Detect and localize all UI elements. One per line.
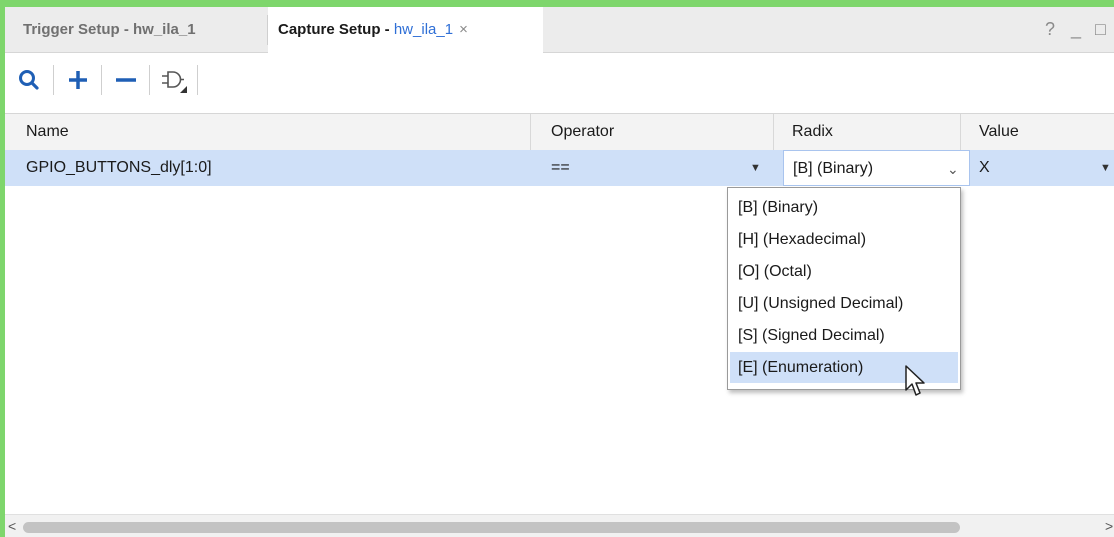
radix-option-signed-decimal[interactable]: [S] (Signed Decimal): [730, 320, 958, 351]
tab-capture-setup-link: hw_ila_1: [393, 21, 454, 38]
toolbar-divider: [53, 65, 54, 95]
ila-window: Trigger Setup - hw_ila_1 Capture Setup -…: [0, 0, 1114, 537]
radix-option-unsigned-decimal[interactable]: [U] (Unsigned Decimal): [730, 288, 958, 319]
toolbar-divider: [197, 65, 198, 95]
radix-dropdown-list: [B] (Binary) [H] (Hexadecimal) [O] (Octa…: [727, 187, 961, 390]
toolbar-divider: [101, 65, 102, 95]
tab-trigger-setup[interactable]: Trigger Setup - hw_ila_1: [5, 7, 267, 52]
scroll-right-icon[interactable]: >: [1105, 515, 1113, 537]
probe-name: GPIO_BUTTONS_dly[1:0]: [26, 159, 212, 176]
scroll-left-icon[interactable]: <: [8, 515, 16, 537]
table-row[interactable]: GPIO_BUTTONS_dly[1:0] == ▼ [B] (Binary) …: [5, 150, 1114, 186]
close-icon[interactable]: ×: [459, 21, 468, 38]
table-header: Name Operator Radix Value: [5, 114, 1114, 151]
column-header-radix[interactable]: Radix: [774, 114, 960, 150]
column-header-value[interactable]: Value: [961, 114, 1114, 150]
operator-select[interactable]: ==: [551, 150, 570, 186]
help-icon[interactable]: ?: [1045, 7, 1055, 52]
toolbar: [5, 53, 1114, 114]
plus-icon[interactable]: [63, 65, 93, 95]
radix-select-value: [B] (Binary): [793, 160, 874, 177]
search-icon[interactable]: [15, 65, 45, 95]
horizontal-scrollbar[interactable]: < >: [5, 514, 1114, 537]
radix-option-hexadecimal[interactable]: [H] (Hexadecimal): [730, 224, 958, 255]
value-select[interactable]: X: [979, 150, 990, 186]
scrollbar-thumb[interactable]: [23, 522, 960, 533]
chevron-down-icon[interactable]: ⌄: [947, 151, 959, 187]
column-header-operator[interactable]: Operator: [531, 114, 773, 150]
tab-capture-setup-label: Capture Setup -: [278, 21, 394, 38]
toolbar-divider: [149, 65, 150, 95]
radix-select[interactable]: [B] (Binary) ⌄: [783, 150, 970, 186]
column-header-name[interactable]: Name: [5, 114, 530, 150]
radix-option-octal[interactable]: [O] (Octal): [730, 256, 958, 287]
tab-capture-setup[interactable]: Capture Setup - hw_ila_1 ×: [268, 7, 543, 53]
gate-icon[interactable]: [159, 65, 189, 95]
radix-option-binary[interactable]: [B] (Binary): [730, 192, 958, 223]
maximize-icon[interactable]: □: [1095, 7, 1106, 52]
chevron-down-icon[interactable]: ▼: [1100, 150, 1111, 186]
tab-bar: Trigger Setup - hw_ila_1 Capture Setup -…: [5, 7, 1114, 53]
chevron-down-icon[interactable]: ▼: [750, 150, 761, 186]
minimize-icon[interactable]: _: [1071, 7, 1081, 52]
minus-icon[interactable]: [111, 65, 141, 95]
mouse-cursor-icon: [905, 365, 925, 396]
tab-trigger-setup-label: Trigger Setup - hw_ila_1: [23, 21, 196, 38]
